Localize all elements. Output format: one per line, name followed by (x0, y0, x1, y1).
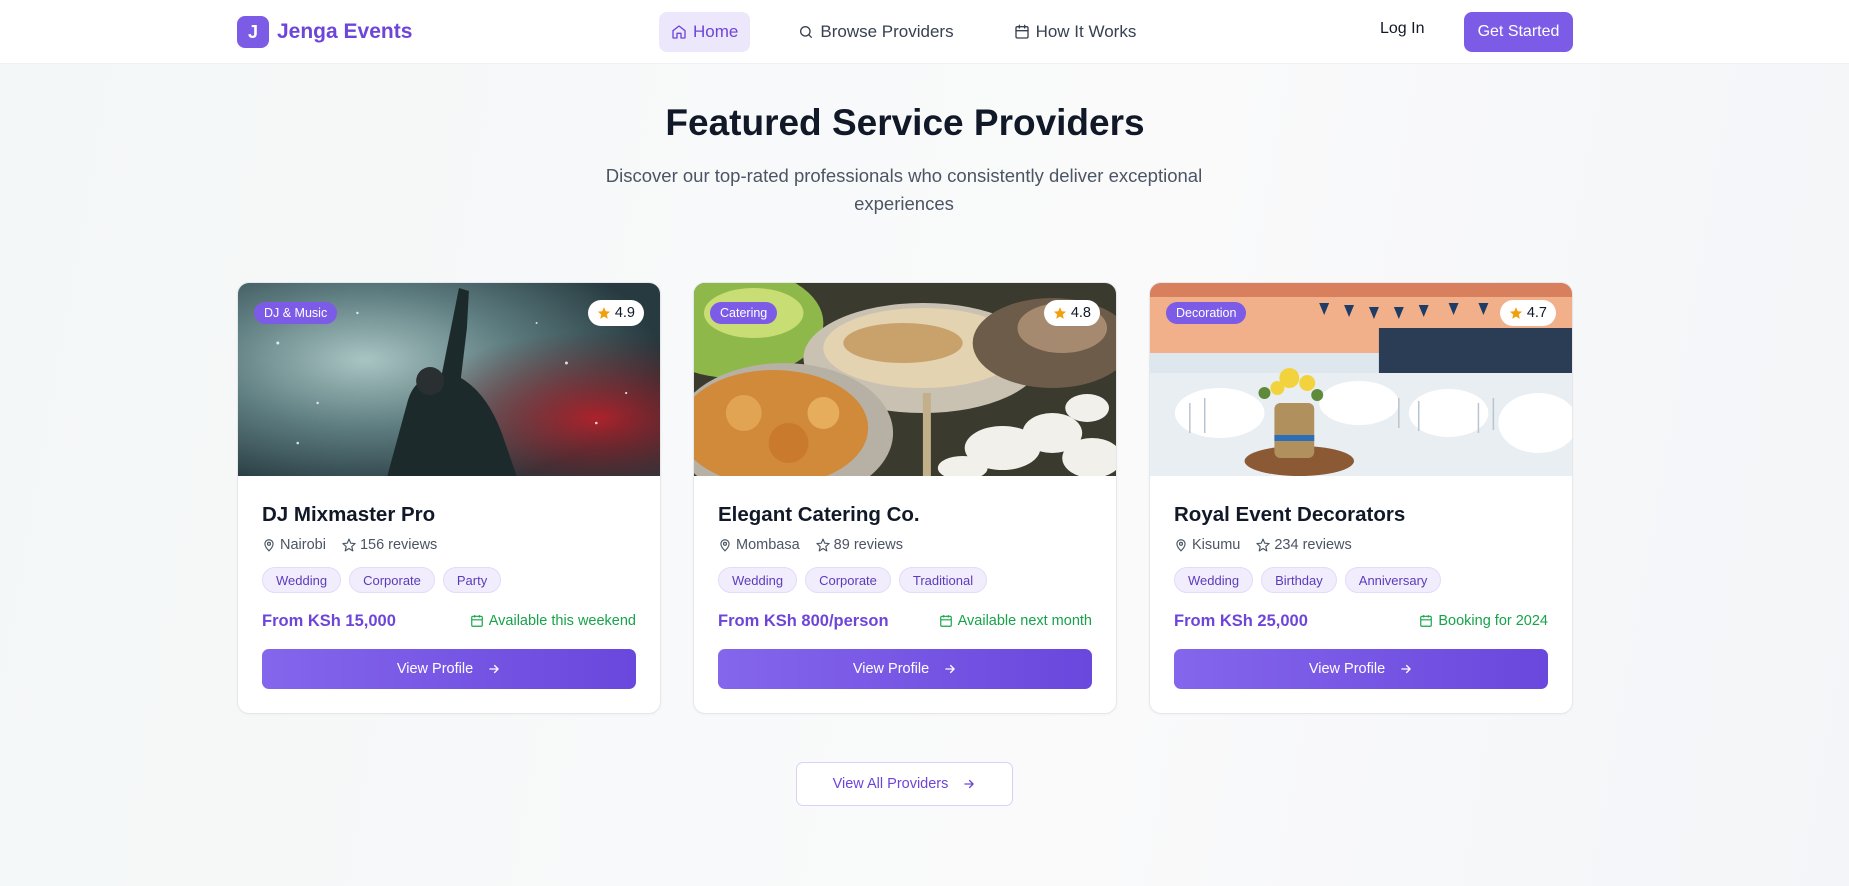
view-all-providers-button[interactable]: View All Providers (796, 762, 1013, 806)
brand-logo[interactable]: J Jenga Events (237, 16, 412, 48)
view-all-label: View All Providers (832, 776, 949, 792)
tag: Anniversary (1344, 567, 1442, 593)
reviews: 89 reviews (815, 537, 903, 553)
map-pin-icon (264, 539, 274, 552)
nav-home-label: Home (693, 22, 739, 41)
nav-how-label: How It Works (1035, 22, 1137, 41)
nav-links: Home Browse Providers How It Works (659, 12, 1148, 52)
price: From KSh 25,000 (1174, 612, 1308, 630)
provider-image: Decoration 4.7 (1150, 283, 1572, 476)
view-profile-button[interactable]: View Profile (718, 649, 1092, 689)
map-pin-icon (720, 539, 730, 552)
tag: Party (442, 567, 502, 593)
page-subtitle: Discover our top-rated professionals who… (605, 165, 1203, 214)
star-outline-icon (1256, 538, 1271, 552)
location: Nairobi (262, 537, 326, 553)
nav-browse-label: Browse Providers (820, 22, 954, 41)
reviews-text: 89 reviews (833, 537, 903, 553)
star-filled-icon (1053, 307, 1066, 319)
star-outline-icon (342, 538, 356, 552)
category-badge: Catering (710, 302, 778, 324)
arrow-right-icon (1401, 664, 1411, 674)
arrow-right-icon (964, 779, 975, 789)
get-started-button[interactable]: Get Started (1464, 12, 1573, 52)
top-nav: J Jenga Events Home Browse Providers How… (0, 0, 1849, 64)
availability: Available this weekend (470, 613, 636, 629)
home-icon (672, 25, 686, 39)
price: From KSh 800/person (718, 612, 889, 630)
arrow-right-icon (945, 664, 955, 674)
reviews-text: 234 reviews (1274, 537, 1352, 553)
tag: Wedding (718, 567, 798, 593)
arrow-right-icon (489, 664, 499, 674)
availability-text: Booking for 2024 (1438, 613, 1548, 629)
reviews: 156 reviews (342, 537, 437, 553)
provider-name[interactable]: Elegant Catering Co. (718, 503, 920, 527)
availability: Available next month (939, 613, 1092, 629)
nav-browse-providers[interactable]: Browse Providers (786, 12, 965, 52)
availability: Booking for 2024 (1419, 613, 1548, 629)
rating-badge: 4.9 (587, 300, 644, 326)
tag: Wedding (262, 567, 342, 593)
reviews-text: 156 reviews (359, 537, 438, 553)
tag-list: Wedding Corporate Party (262, 567, 502, 593)
rating-value: 4.7 (1526, 305, 1547, 321)
location-text: Nairobi (280, 537, 326, 553)
availability-text: Available next month (957, 613, 1092, 629)
rating-value: 4.8 (1070, 305, 1091, 321)
location: Kisumu (1174, 537, 1240, 553)
tag: Corporate (805, 567, 891, 593)
provider-name[interactable]: Royal Event Decorators (1174, 503, 1405, 527)
calendar-icon (1014, 24, 1029, 39)
calendar-icon (939, 615, 952, 627)
provider-card[interactable]: DJ & Music 4.9 DJ Mixmaster Pro Nairobi … (237, 282, 661, 714)
rating-badge: 4.8 (1043, 300, 1100, 326)
calendar-icon (470, 615, 483, 627)
view-profile-label: View Profile (852, 661, 930, 677)
provider-image: Catering 4.8 (694, 283, 1116, 476)
page-title: Featured Service Providers (665, 102, 1145, 143)
tag: Corporate (349, 567, 435, 593)
star-outline-icon (815, 538, 830, 552)
tag-list: Wedding Corporate Traditional (718, 567, 988, 593)
search-icon (800, 26, 813, 38)
view-profile-label: View Profile (396, 661, 474, 677)
provider-card[interactable]: Decoration 4.7 Royal Event Decorators Ki… (1149, 282, 1573, 714)
tag: Traditional (898, 567, 988, 593)
brand-mark: J (237, 16, 269, 48)
provider-meta: Nairobi 156 reviews (262, 537, 437, 553)
provider-image: DJ & Music 4.9 (238, 283, 660, 476)
login-button[interactable]: Log In (1380, 20, 1424, 38)
provider-card[interactable]: Catering 4.8 Elegant Catering Co. Mombas… (693, 282, 1117, 714)
location-text: Kisumu (1192, 537, 1241, 553)
rating-value: 4.9 (614, 305, 635, 321)
price: From KSh 15,000 (262, 612, 396, 630)
location: Mombasa (718, 537, 800, 553)
tag: Wedding (1174, 567, 1254, 593)
reviews: 234 reviews (1256, 537, 1352, 553)
provider-name[interactable]: DJ Mixmaster Pro (262, 503, 435, 527)
category-badge: Decoration (1166, 302, 1247, 324)
category-badge: DJ & Music (254, 302, 338, 324)
rating-badge: 4.7 (1499, 300, 1556, 326)
tag: Birthday (1261, 567, 1337, 593)
provider-meta: Mombasa 89 reviews (718, 537, 903, 553)
view-profile-label: View Profile (1308, 661, 1386, 677)
view-profile-button[interactable]: View Profile (262, 649, 636, 689)
location-text: Mombasa (736, 537, 800, 553)
calendar-icon (1420, 615, 1433, 627)
availability-text: Available this weekend (488, 613, 636, 629)
map-pin-icon (1176, 539, 1186, 552)
star-filled-icon (597, 307, 610, 319)
view-profile-button[interactable]: View Profile (1174, 649, 1548, 689)
tag-list: Wedding Birthday Anniversary (1174, 567, 1442, 593)
brand-name: Jenga Events (277, 20, 413, 43)
nav-home[interactable]: Home (659, 12, 751, 52)
star-filled-icon (1509, 307, 1522, 319)
nav-how-it-works[interactable]: How It Works (1002, 12, 1149, 52)
provider-meta: Kisumu 234 reviews (1174, 537, 1352, 553)
